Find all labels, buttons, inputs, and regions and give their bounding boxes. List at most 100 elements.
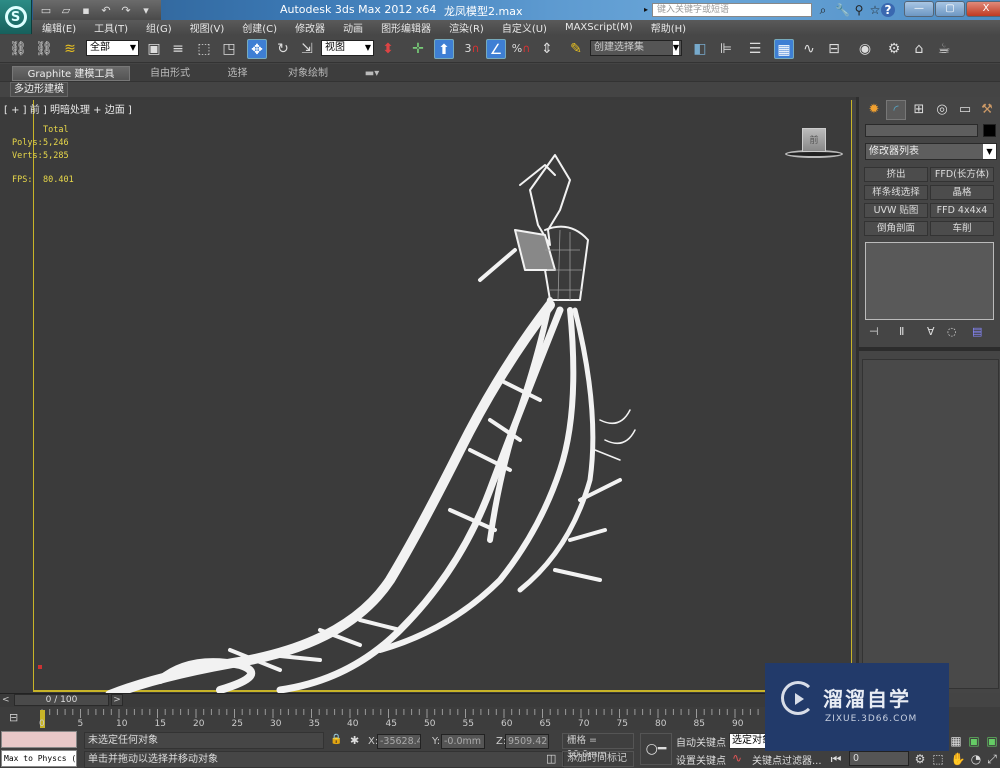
menu-animation[interactable]: 动画 [334, 20, 372, 35]
key-filters-button[interactable]: 关键点过滤器... [752, 752, 822, 767]
zoom-extents-all-icon[interactable]: ▣ [984, 733, 1000, 749]
menu-help[interactable]: 帮助(H) [642, 20, 695, 35]
maximize-viewport-icon[interactable]: ⤢ [984, 751, 1000, 767]
polygon-modeling-panel[interactable]: 多边形建模 [10, 82, 68, 97]
select-and-link-icon[interactable]: ⛓ [8, 39, 28, 59]
bind-to-space-warp-icon[interactable]: ≋ [60, 39, 80, 59]
modifier-button-ffd-box[interactable]: FFD(长方体) [930, 167, 994, 182]
hierarchy-panel-icon[interactable]: ⊞ [909, 100, 929, 120]
tab-selection[interactable]: 选择 [215, 66, 260, 81]
set-key-mode-button[interactable]: 设置关键点 [676, 752, 726, 767]
time-slider-thumb[interactable]: 0 / 100 [14, 694, 109, 706]
percent-snap-button[interactable]: %∩ [511, 39, 531, 59]
close-button[interactable]: X [966, 1, 1000, 17]
modifier-list-dropdown[interactable]: 修改器列表 ▼ [865, 143, 997, 160]
render-production-icon[interactable]: ☕ [934, 39, 954, 59]
configure-modifier-sets-icon[interactable]: ▤ [972, 325, 982, 338]
selection-filter-dropdown[interactable]: 全部 ▼ [86, 40, 139, 56]
ribbon-options-icon[interactable]: ▬▾ [358, 66, 386, 81]
render-setup-icon[interactable]: ⚙ [884, 39, 904, 59]
tab-freeform[interactable]: 自由形式 [140, 66, 200, 81]
modifier-button-bevel-profile[interactable]: 倒角剖面 [864, 221, 928, 236]
select-and-move-icon[interactable]: ✥ [247, 39, 267, 59]
menu-tools[interactable]: 工具(T) [85, 20, 137, 35]
mini-curve-editor-icon[interactable]: ⊟ [9, 711, 27, 725]
maximize-button[interactable]: ▢ [935, 1, 965, 17]
named-selection-sets-dropdown[interactable]: 创建选择集 ▼ [590, 40, 682, 56]
absolute-mode-icon[interactable]: ✱ [350, 734, 359, 747]
modifier-button-lathe[interactable]: 车削 [930, 221, 994, 236]
menu-create[interactable]: 创建(C) [233, 20, 286, 35]
modifier-button-extrude[interactable]: 挤出 [864, 167, 928, 182]
select-and-rotate-icon[interactable]: ↻ [273, 39, 293, 59]
spinner-snap-icon[interactable]: ⇕ [537, 39, 557, 59]
modifier-button-spline-select[interactable]: 样条线选择 [864, 185, 928, 200]
viewcube[interactable]: 前 [802, 128, 826, 152]
open-file-icon[interactable]: ▱ [59, 4, 73, 17]
help-icon[interactable]: ? [881, 3, 895, 17]
layer-manager-icon[interactable]: ☰ [745, 39, 765, 59]
application-button[interactable]: S [0, 0, 32, 34]
tab-graphite-modeling[interactable]: Graphite 建模工具 [12, 66, 130, 81]
object-color-swatch[interactable] [983, 124, 996, 137]
pan-hand-icon[interactable]: ✋ [950, 751, 966, 767]
current-frame-spinner[interactable]: 0 [849, 751, 909, 766]
time-slider-track[interactable] [0, 693, 855, 707]
object-name-input[interactable] [865, 124, 978, 137]
modify-panel-icon[interactable]: ◜ [886, 100, 906, 120]
new-file-icon[interactable]: ▭ [39, 4, 53, 17]
rectangular-selection-icon[interactable]: ⬚ [194, 39, 214, 59]
edit-named-selection-icon[interactable]: ✎ [566, 39, 586, 59]
menu-graph-editors[interactable]: 图形编辑器 [372, 20, 440, 35]
menu-maxscript[interactable]: MAXScript(M) [556, 22, 642, 33]
remove-modifier-icon[interactable]: ◌ [947, 325, 957, 338]
wrench-icon[interactable]: 🔧 [835, 3, 850, 17]
favorites-star-icon[interactable]: ☆ [868, 3, 882, 17]
satellite-icon[interactable]: ⚲ [852, 3, 866, 17]
next-frame-button[interactable]: > [111, 694, 123, 706]
modifier-button-ffd-4x4x4[interactable]: FFD 4x4x4 [930, 203, 994, 218]
y-coordinate-input[interactable]: -0.0mm [441, 734, 485, 749]
menu-rendering[interactable]: 渲染(R) [440, 20, 493, 35]
pin-stack-icon[interactable]: ⊣ [869, 325, 879, 338]
menu-views[interactable]: 视图(V) [181, 20, 234, 35]
motion-panel-icon[interactable]: ◎ [932, 100, 952, 120]
field-of-view-icon[interactable]: ⬚ [930, 751, 946, 767]
orbit-icon[interactable]: ◔ [968, 751, 984, 767]
redo-icon[interactable]: ↷ [119, 4, 133, 17]
unlink-selection-icon[interactable]: ⛓ [34, 39, 54, 59]
time-configuration-icon[interactable]: ⚙ [912, 751, 928, 767]
customize-qat-icon[interactable]: ▾ [139, 4, 153, 17]
window-crossing-icon[interactable]: ◳ [219, 39, 239, 59]
set-key-button[interactable]: ○━ [640, 733, 672, 765]
mirror-icon[interactable]: ◧ [690, 39, 710, 59]
go-to-start-icon[interactable]: ⏮ [828, 751, 844, 767]
use-pivot-center-icon[interactable]: ⬍ [378, 39, 398, 59]
create-panel-icon[interactable]: ✹ [864, 100, 884, 120]
modifier-button-lattice[interactable]: 晶格 [930, 185, 994, 200]
select-and-manipulate-icon[interactable]: ✛ [408, 39, 428, 59]
snaps-toggle-button[interactable]: 3∩ [462, 39, 482, 59]
search-expand-icon[interactable]: ▸ [644, 5, 648, 14]
infocenter-search-input[interactable]: 键入关键字或短语 [652, 3, 812, 17]
minimize-button[interactable]: — [904, 1, 934, 17]
align-icon[interactable]: ⊫ [716, 39, 736, 59]
select-by-name-icon[interactable]: ≡ [168, 39, 188, 59]
rendered-frame-window-icon[interactable]: ⌂ [909, 39, 929, 59]
reference-coordinate-dropdown[interactable]: 视图 ▼ [321, 40, 374, 56]
undo-icon[interactable]: ↶ [99, 4, 113, 17]
binoculars-icon[interactable]: ⌕ [816, 3, 830, 17]
curve-editor-icon[interactable]: ∿ [799, 39, 819, 59]
select-and-scale-icon[interactable]: ⇲ [297, 39, 317, 59]
menu-group[interactable]: 组(G) [137, 20, 181, 35]
modifier-button-uvw-map[interactable]: UVW 贴图 [864, 203, 928, 218]
menu-customize[interactable]: 自定义(U) [493, 20, 556, 35]
display-panel-icon[interactable]: ▭ [955, 100, 975, 120]
graphite-ribbon-icon[interactable]: ▦ [774, 39, 794, 59]
modifier-stack-list[interactable] [865, 242, 994, 320]
menu-edit[interactable]: 编辑(E) [32, 20, 85, 35]
schematic-view-icon[interactable]: ⊟ [824, 39, 844, 59]
maxscript-listener-output[interactable] [1, 731, 77, 748]
show-end-result-icon[interactable]: Ⅱ [899, 325, 904, 338]
angle-snap-icon[interactable]: ∠ [486, 39, 506, 59]
